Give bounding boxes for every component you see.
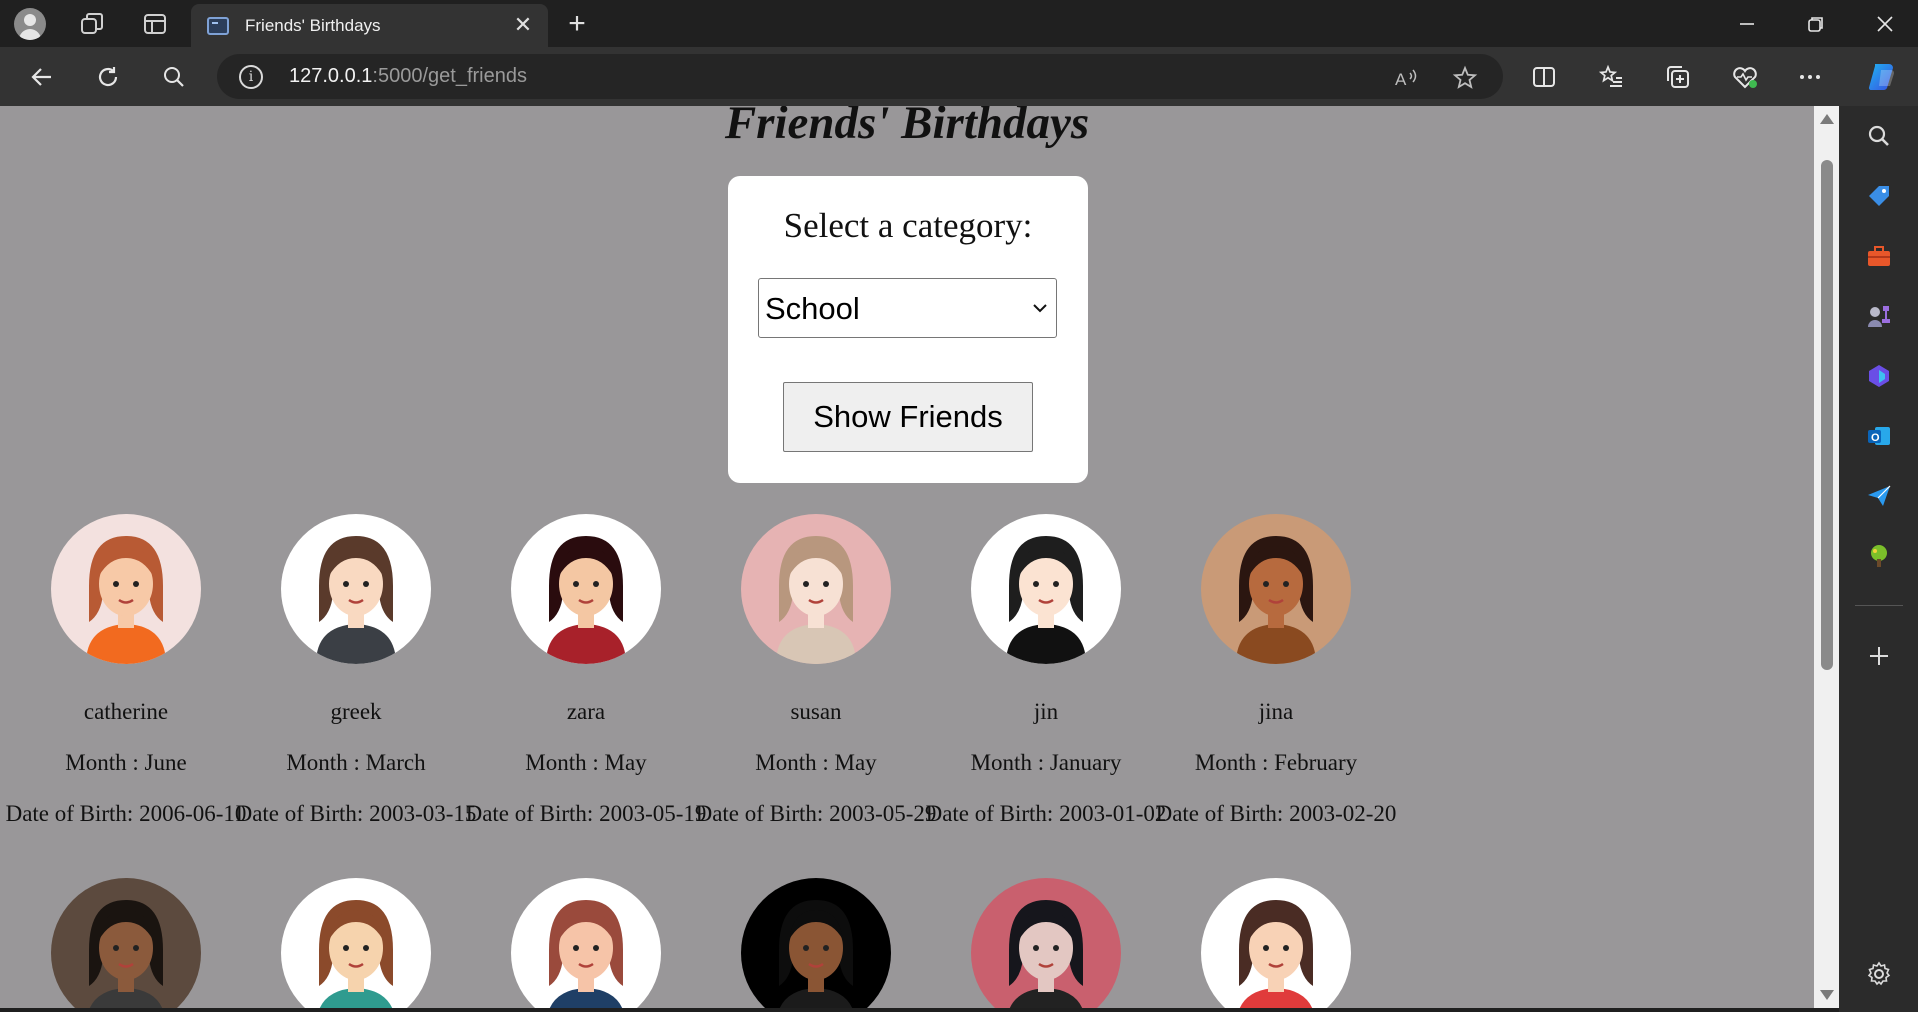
scroll-thumb[interactable] [1821,160,1833,670]
outlook-icon[interactable]: O [1863,420,1895,452]
collections-icon[interactable] [1662,61,1694,93]
friend-avatar [51,514,201,664]
site-info-icon[interactable]: i [239,65,263,89]
close-window-icon[interactable] [1852,0,1918,47]
scroll-down-arrow-icon[interactable] [1820,990,1834,1000]
minimize-icon[interactable] [1714,0,1780,47]
new-tab-icon[interactable]: + [561,7,593,40]
friend-avatar [511,878,661,1008]
sidebar-divider [1855,605,1903,606]
svg-text:A: A [1395,70,1407,89]
tab-title: Friends' Birthdays [245,16,381,35]
friend-avatar [51,878,201,1008]
page-viewport: Friends' Birthdays Select a category: Sc… [0,106,1814,1008]
restore-icon[interactable] [1783,0,1849,47]
page-title: Friends' Birthdays [724,106,1090,149]
category-card: Select a category: School Show Friends [728,176,1088,483]
close-tab-icon[interactable]: ✕ [510,12,536,38]
star-icon[interactable] [1451,64,1479,92]
tree-icon[interactable] [1863,540,1895,572]
profile-icon[interactable] [14,8,46,40]
add-sidebar-app-icon[interactable] [1863,640,1895,672]
copilot-designer-icon[interactable] [1863,360,1895,392]
address-bar[interactable]: i 127.0.0.1:5000/get_friends A [217,54,1503,99]
page-favicon-icon [207,17,229,35]
friend-avatar [971,514,1121,664]
friend-card: jina Month : February Date of Birth: 2003-… [1135,514,1417,834]
friend-dob: Date of Birth: 2003-02-20 [1155,801,1397,826]
show-friends-button[interactable]: Show Friends [783,382,1033,452]
friend-card [1135,878,1417,1008]
friend-avatar [511,514,661,664]
friend-name: jina [1258,699,1294,724]
games-icon[interactable] [1863,300,1895,332]
more-options-icon[interactable] [1794,61,1826,93]
friend-avatar [281,514,431,664]
friend-month: Month : February [1194,750,1358,775]
browser-essentials-icon[interactable] [1729,61,1761,93]
chevron-down-icon [1030,293,1050,323]
tools-briefcase-icon[interactable] [1863,240,1895,272]
workspaces-icon[interactable] [78,10,106,38]
vertical-tabs-icon[interactable] [141,10,169,38]
search-icon[interactable] [158,61,190,93]
url-text[interactable]: 127.0.0.1:5000/get_friends [289,65,527,88]
refresh-icon[interactable] [92,61,124,93]
friend-avatar [741,514,891,664]
vertical-scrollbar[interactable] [1814,106,1839,1008]
back-arrow-icon[interactable] [26,61,58,93]
svg-text:O: O [1871,432,1880,444]
send-icon[interactable] [1863,480,1895,512]
selected-category: School [765,291,860,326]
edge-sidebar: O [1839,106,1918,1012]
sidebar-search-icon[interactable] [1863,120,1895,152]
scroll-up-arrow-icon[interactable] [1820,114,1834,124]
category-select[interactable]: School [758,278,1057,338]
browser-toolbar: i 127.0.0.1:5000/get_friends A [0,47,1918,106]
category-label: Select a category: [783,206,1033,245]
active-tab[interactable]: Friends' Birthdays ✕ [191,4,548,47]
browser-title-bar: Friends' Birthdays ✕ + [0,0,1918,47]
friend-avatar [281,878,431,1008]
friend-avatar [1201,514,1351,664]
copilot-icon[interactable] [1862,57,1902,97]
friend-avatar [741,878,891,1008]
read-aloud-icon[interactable]: A [1392,64,1420,92]
split-screen-icon[interactable] [1528,61,1560,93]
settings-gear-icon[interactable] [1863,958,1895,990]
favorites-icon[interactable] [1595,61,1627,93]
friend-avatar [971,878,1121,1008]
shopping-tag-icon[interactable] [1863,180,1895,212]
friend-avatar [1201,878,1351,1008]
